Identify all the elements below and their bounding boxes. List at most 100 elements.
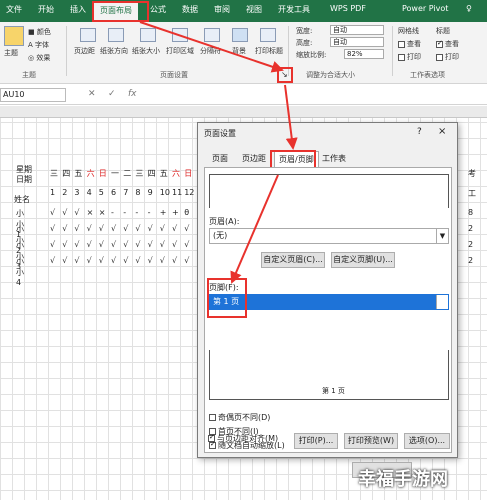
attendance-mark: √ (135, 224, 141, 233)
tab-insert[interactable]: 插入 (70, 4, 86, 15)
attendance-mark: √ (98, 256, 104, 265)
headings-label: 标题 (436, 27, 450, 35)
tab-margins[interactable]: 页边距 (238, 151, 270, 167)
headings-print-checkbox[interactable]: 打印 (436, 52, 459, 62)
colors-button[interactable]: ■ 颜色 (28, 27, 51, 37)
attendance-mark: √ (74, 256, 80, 265)
attendance-mark: √ (62, 240, 68, 249)
day-number-cell: 10 (159, 188, 170, 197)
attendance-mark: × (86, 208, 94, 217)
right-column-value: 2 (468, 240, 474, 249)
tab-file[interactable]: 文件 (6, 4, 22, 15)
weekday-cell: 三 (135, 169, 144, 178)
attendance-mark: √ (123, 224, 129, 233)
attendance-mark: θ (184, 208, 190, 217)
attendance-mark: × (98, 208, 106, 217)
attendance-mark: √ (50, 240, 56, 249)
header-select[interactable]: (无) ▼ (209, 228, 449, 244)
custom-header-button[interactable]: 自定义页眉(C)... (261, 252, 325, 268)
custom-footer-button[interactable]: 自定义页脚(U)... (331, 252, 395, 268)
tab-sheet[interactable]: 工作表 (318, 151, 350, 167)
orientation-button[interactable]: 纸张方向 (100, 46, 128, 56)
width-label: 宽度: (296, 27, 313, 35)
day-number-cell: 5 (98, 188, 104, 197)
attendance-mark: √ (86, 224, 92, 233)
theme-button[interactable]: 主题 (4, 48, 18, 58)
page-setup-group-label: 页面设置 (160, 71, 188, 79)
formula-bar: AU10 ✕ ✓ fx (0, 85, 487, 105)
right-column-value: 8 (468, 208, 474, 217)
background-button[interactable]: 背景 (232, 46, 246, 56)
help-icon[interactable]: ? (417, 127, 422, 137)
attendance-mark: √ (86, 256, 92, 265)
watermark-text: 幸福手游网 (358, 469, 448, 490)
print-area-icon (172, 28, 188, 42)
fonts-button[interactable]: A 字体 (28, 40, 49, 50)
attendance-mark: √ (111, 240, 117, 249)
breaks-button[interactable]: 分隔符 (200, 46, 221, 56)
tab-power-pivot[interactable]: Power Pivot (402, 4, 448, 13)
day-number-cell: 7 (123, 188, 129, 197)
attendance-mark: √ (98, 224, 104, 233)
tab-review[interactable]: 审阅 (214, 4, 230, 15)
attendance-mark: √ (135, 240, 141, 249)
align-margins-checkbox[interactable]: 与页边距对齐(M) (208, 433, 278, 444)
height-select[interactable]: 自动 (330, 37, 384, 47)
name-box[interactable]: AU10 (0, 88, 66, 102)
page-setup-dialog: 页面设置 ? × 页面 页边距 页眉/页脚 工作表 页眉(A): (无) ▼ 自定… (197, 122, 458, 458)
right-column-value: 2 (468, 224, 474, 233)
attendance-mark: √ (184, 256, 190, 265)
headings-view-checkbox[interactable]: 查看 (436, 39, 459, 49)
attendance-mark: √ (172, 224, 178, 233)
close-icon[interactable]: × (438, 126, 446, 137)
tab-wps-pdf[interactable]: WPS PDF (330, 4, 366, 13)
attendance-mark: √ (62, 256, 68, 265)
theme-icon[interactable] (4, 26, 24, 46)
print-preview-button[interactable]: 打印预览(W) (344, 433, 398, 449)
attendance-mark: √ (159, 224, 165, 233)
day-number-cell: 6 (111, 188, 117, 197)
day-number-cell: 4 (86, 188, 92, 197)
width-select[interactable]: 自动 (330, 25, 384, 35)
margins-button[interactable]: 页边距 (74, 46, 95, 56)
attendance-mark: √ (172, 256, 178, 265)
size-icon (140, 28, 156, 42)
effects-button[interactable]: ◎ 效果 (28, 53, 50, 63)
attendance-mark: √ (123, 240, 129, 249)
tab-developer[interactable]: 开发工具 (278, 4, 310, 15)
gridlines-view-checkbox[interactable]: 查看 (398, 39, 421, 49)
attendance-mark: √ (74, 224, 80, 233)
weekday-cell: 五 (159, 169, 168, 178)
weekday-cell: 四 (62, 169, 71, 178)
corner-date-label: 日期 (16, 175, 32, 184)
attendance-mark: √ (184, 224, 190, 233)
fx-icon[interactable]: fx (128, 89, 137, 99)
weekday-cell: 六 (86, 169, 95, 178)
dialog-panel: 页眉(A): (无) ▼ 自定义页眉(C)... 自定义页脚(U)... 页脚(F… (204, 167, 452, 453)
attendance-mark: √ (86, 240, 92, 249)
tab-view[interactable]: 视图 (246, 4, 262, 15)
lightbulb-icon[interactable]: ♀ (466, 4, 472, 13)
size-button[interactable]: 纸张大小 (132, 46, 160, 56)
weekday-cell: 日 (184, 169, 193, 178)
weekday-cell: 日 (98, 169, 107, 178)
cancel-icon[interactable]: ✕ (88, 89, 96, 99)
odd-even-checkbox[interactable]: 奇偶页不同(D) (209, 412, 270, 423)
tab-formulas[interactable]: 公式 (150, 4, 166, 15)
scale-group-label: 调整为合适大小 (306, 71, 355, 79)
enter-icon[interactable]: ✓ (108, 89, 116, 99)
tab-data[interactable]: 数据 (182, 4, 198, 15)
print-area-button[interactable]: 打印区域 (166, 46, 194, 56)
print-button[interactable]: 打印(P)... (294, 433, 338, 449)
tab-home[interactable]: 开始 (38, 4, 54, 15)
print-titles-button[interactable]: 打印标题 (255, 46, 283, 56)
student-name: 小小4 (16, 257, 24, 287)
attendance-mark: √ (172, 240, 178, 249)
gridlines-print-checkbox[interactable]: 打印 (398, 52, 421, 62)
scale-input[interactable]: 82% (344, 49, 384, 59)
gridlines-label: 网格线 (398, 27, 419, 35)
options-button[interactable]: 选项(O)... (404, 433, 450, 449)
page-setup-launcher-icon[interactable]: ↘ (281, 70, 288, 79)
tab-page[interactable]: 页面 (208, 151, 232, 167)
background-icon (232, 28, 248, 42)
